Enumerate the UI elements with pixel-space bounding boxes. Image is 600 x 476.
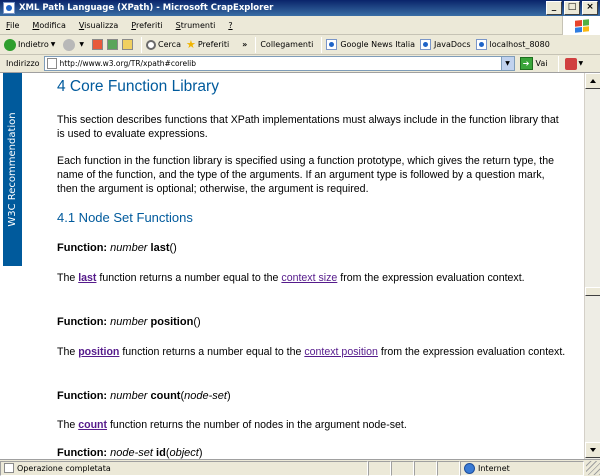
- title-bar: XML Path Language (XPath) - Microsoft Cr…: [0, 0, 600, 16]
- link-google-news[interactable]: Google News Italia: [326, 39, 415, 50]
- search-icon: [146, 39, 157, 50]
- status-text: Operazione completata: [17, 463, 111, 473]
- intro-paragraph: This section describes functions that XP…: [57, 114, 559, 140]
- extension-dropdown-icon[interactable]: ▼: [579, 60, 584, 67]
- status-panel: [391, 460, 414, 476]
- toolbar-separator: [255, 36, 257, 53]
- minimize-button[interactable]: _: [546, 1, 562, 15]
- toolbar-separator: [557, 55, 559, 72]
- status-panel: [437, 460, 460, 476]
- context-size-link[interactable]: context size: [281, 272, 337, 284]
- vertical-scrollbar[interactable]: [584, 73, 600, 459]
- window-title: XML Path Language (XPath) - Microsoft Cr…: [19, 3, 274, 13]
- links-label: Collegamenti: [260, 40, 314, 49]
- standard-toolbar: Indietro ▼ ▼ Cerca ★ Preferiti » Collega…: [0, 35, 600, 55]
- toolbar-separator: [141, 36, 143, 53]
- status-bar: Operazione completata Internet: [0, 459, 600, 476]
- extension-icon[interactable]: [564, 57, 577, 70]
- windows-logo-icon: [562, 16, 600, 35]
- function-name-link[interactable]: count: [78, 419, 107, 431]
- function-signature: Function: number position(): [57, 316, 201, 328]
- function-description: The position function returns a number e…: [57, 346, 566, 358]
- function-signature: Function: number count(node-set): [57, 390, 231, 402]
- prototype-paragraph: Each function in the function library is…: [57, 155, 555, 195]
- page-icon: [46, 58, 57, 69]
- link-javadocs[interactable]: JavaDocs: [420, 39, 471, 50]
- ie-page-icon: [326, 39, 338, 50]
- address-bar: Indirizzo http://www.w3.org/TR/xpath#cor…: [0, 55, 600, 73]
- menu-help[interactable]: ?: [228, 21, 232, 30]
- page-done-icon: [4, 463, 14, 473]
- favorites-label: Preferiti: [197, 40, 230, 49]
- link-localhost[interactable]: localhost_8080: [475, 39, 550, 50]
- menu-favorites[interactable]: Preferiti: [131, 21, 162, 30]
- w3c-sidebar[interactable]: W3C Recommendation: [3, 73, 22, 266]
- window-controls: _ □ ×: [546, 1, 598, 15]
- globe-icon: [464, 462, 475, 474]
- security-zone-label: Internet: [478, 463, 510, 473]
- close-button[interactable]: ×: [582, 1, 598, 15]
- go-button[interactable]: ➔ Vai: [519, 57, 548, 70]
- status-panel: [368, 460, 391, 476]
- page-content[interactable]: W3C Recommendation 4 Core Function Libra…: [0, 73, 584, 459]
- w3c-sidebar-label: W3C Recommendation: [7, 112, 18, 227]
- status-text-panel: Operazione completata: [0, 460, 368, 476]
- function-description: The count function returns the number of…: [57, 419, 407, 431]
- go-arrow-icon: ➔: [519, 57, 533, 70]
- menu-view[interactable]: Visualizza: [79, 21, 118, 30]
- home-icon[interactable]: [122, 39, 134, 50]
- menu-file[interactable]: File: [6, 21, 19, 30]
- menu-edit[interactable]: Modifica: [32, 21, 65, 30]
- address-label: Indirizzo: [6, 59, 40, 68]
- maximize-button[interactable]: □: [564, 1, 580, 15]
- toolbar-separator: [321, 36, 323, 53]
- resize-grip[interactable]: [586, 461, 600, 475]
- go-label: Vai: [535, 59, 548, 68]
- context-position-link[interactable]: context position: [304, 346, 378, 358]
- subsection-heading: 4.1 Node Set Functions: [57, 210, 193, 225]
- ie-page-icon: [475, 39, 487, 50]
- security-zone-panel[interactable]: Internet: [460, 460, 584, 476]
- ie-page-icon: [420, 39, 431, 50]
- back-dropdown-icon[interactable]: ▼: [51, 41, 56, 48]
- forward-dropdown-icon[interactable]: ▼: [79, 41, 84, 48]
- forward-arrow-icon: [63, 38, 76, 51]
- section-heading: 4 Core Function Library: [57, 78, 219, 95]
- browser-app-icon[interactable]: [3, 2, 15, 14]
- address-url[interactable]: http://www.w3.org/TR/xpath#corelib: [60, 59, 196, 68]
- function-name-link[interactable]: position: [78, 346, 119, 358]
- back-button[interactable]: Indietro ▼: [4, 38, 58, 51]
- back-label: Indietro: [18, 40, 49, 49]
- menu-bar: File Modifica Visualizza Preferiti Strum…: [0, 16, 600, 35]
- toolbar-overflow-icon[interactable]: »: [242, 40, 247, 49]
- forward-button[interactable]: ▼: [63, 38, 87, 51]
- function-name-link[interactable]: last: [78, 272, 96, 284]
- search-button[interactable]: Cerca: [146, 39, 181, 50]
- scroll-down-button[interactable]: [585, 442, 600, 458]
- address-input[interactable]: http://www.w3.org/TR/xpath#corelib ▼: [43, 56, 515, 71]
- status-panel: [414, 460, 437, 476]
- stop-icon[interactable]: [92, 39, 104, 50]
- function-signature: Function: number last(): [57, 242, 177, 254]
- scroll-up-button[interactable]: [585, 73, 600, 89]
- menu-tools[interactable]: Strumenti: [176, 21, 216, 30]
- favorites-button[interactable]: ★ Preferiti: [186, 38, 229, 51]
- function-signature: Function: node-set id(object): [57, 447, 203, 459]
- address-dropdown-icon[interactable]: ▼: [500, 57, 514, 70]
- scrollbar-thumb[interactable]: [585, 287, 600, 296]
- back-arrow-icon: [4, 38, 16, 51]
- function-description: The last function returns a number equal…: [57, 272, 525, 284]
- refresh-icon[interactable]: [107, 39, 119, 50]
- favorites-star-icon: ★: [185, 38, 196, 51]
- search-label: Cerca: [158, 40, 181, 49]
